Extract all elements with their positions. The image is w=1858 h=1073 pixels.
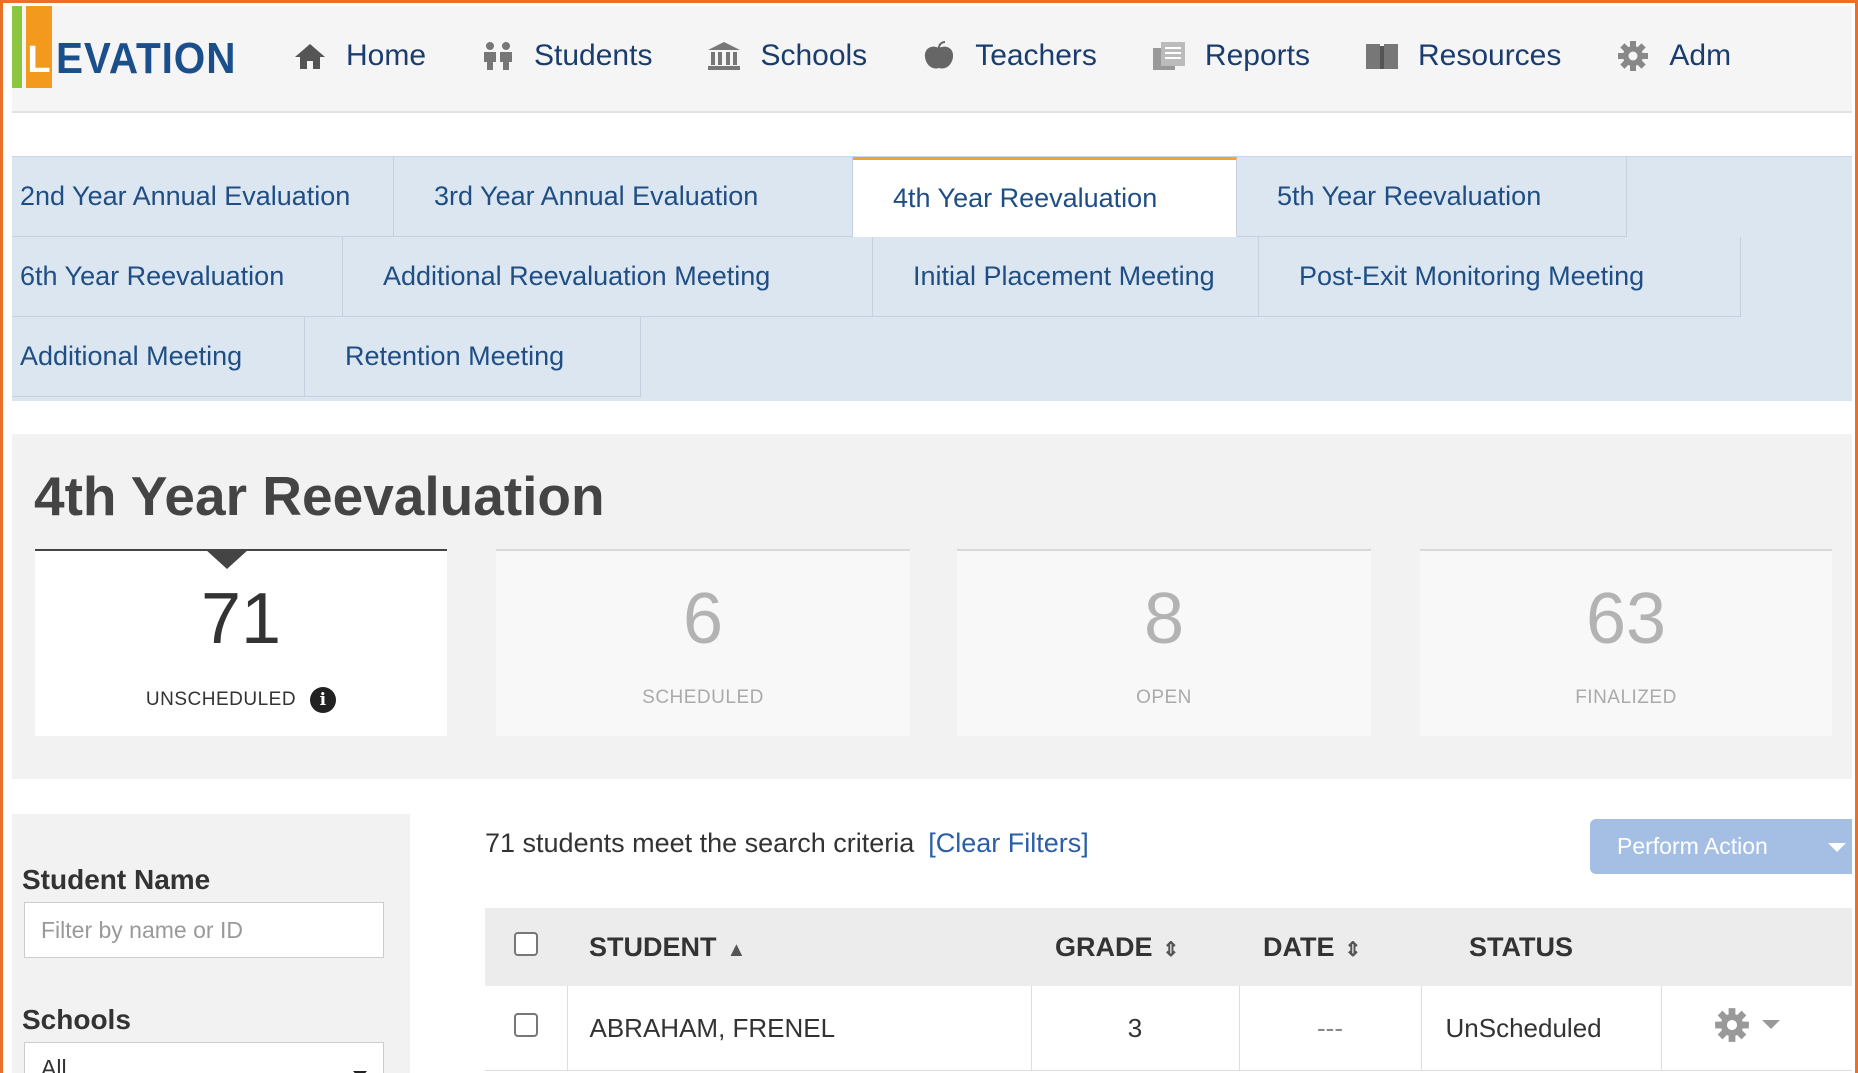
tab-3rd-year-annual-evaluation[interactable]: 3rd Year Annual Evaluation: [394, 157, 853, 237]
apple-icon: [919, 41, 959, 71]
select-all-cell: [485, 908, 567, 986]
stat-finalized-value: 63: [1585, 579, 1667, 659]
date-column-header[interactable]: DATE ⇕: [1239, 908, 1421, 986]
book-icon: [1362, 41, 1402, 71]
gear-icon: [1714, 1007, 1750, 1043]
tab-row-2: 6th Year Reevaluation Additional Reevalu…: [12, 237, 1741, 317]
chevron-down-icon: [1828, 843, 1846, 852]
actions-column-header: [1661, 908, 1852, 986]
home-icon: [290, 41, 330, 71]
reports-icon: [1149, 41, 1189, 71]
nav-students[interactable]: Students: [478, 39, 652, 73]
tab-4th-year-reevaluation[interactable]: 4th Year Reevaluation: [853, 157, 1237, 237]
student-name-filter-input[interactable]: Filter by name or ID: [24, 902, 384, 958]
tab-2nd-year-annual-evaluation[interactable]: 2nd Year Annual Evaluation: [12, 157, 394, 237]
tab-additional-reevaluation-meeting[interactable]: Additional Reevaluation Meeting: [343, 237, 873, 317]
page-header: 4th Year Reevaluation 71 UNSCHEDULED i 6…: [12, 434, 1852, 779]
page-title: 4th Year Reevaluation: [34, 465, 605, 527]
tab-6th-year-reevaluation[interactable]: 6th Year Reevaluation: [12, 237, 343, 317]
table-row: ABRAHAM, FRENEL 3 --- UnScheduled: [485, 986, 1852, 1071]
nav-home[interactable]: Home: [290, 39, 426, 73]
filter-panel: Student Name Filter by name or ID School…: [12, 814, 410, 1073]
evaluation-tabs: 2nd Year Annual Evaluation 3rd Year Annu…: [12, 156, 1852, 401]
nav-schools-label: Schools: [760, 39, 868, 72]
row-select-cell: [485, 986, 568, 1071]
status-column-header: STATUS: [1421, 908, 1661, 986]
select-all-checkbox[interactable]: [514, 931, 538, 956]
info-icon[interactable]: i: [310, 687, 337, 713]
sort-icon: ⇕: [1344, 938, 1362, 961]
stat-finalized[interactable]: 63 FINALIZED: [1420, 549, 1832, 736]
table-header-row: STUDENT ▲ GRADE ⇕ DATE ⇕ STATUS: [485, 908, 1852, 986]
stat-unscheduled-value: 71: [200, 579, 282, 659]
gear-icon: [1613, 41, 1653, 71]
school-icon: [704, 41, 744, 71]
nav-students-label: Students: [534, 39, 653, 72]
nav-schools[interactable]: Schools: [704, 39, 867, 73]
nav-teachers[interactable]: Teachers: [919, 39, 1097, 73]
schools-label: Schools: [22, 1004, 131, 1035]
active-stat-caret: [205, 549, 249, 569]
clear-filters-link[interactable]: [Clear Filters]: [928, 828, 1089, 858]
main-nav: Home Students Schools Teachers Reports R…: [290, 6, 1783, 106]
grade-column-header[interactable]: GRADE ⇕: [1031, 908, 1239, 986]
student-name-cell[interactable]: ABRAHAM, FRENEL: [567, 986, 1032, 1071]
stat-open[interactable]: 8 OPEN: [957, 549, 1371, 736]
nav-home-label: Home: [346, 39, 427, 72]
student-name-label: Student Name: [22, 864, 211, 895]
stat-finalized-label: FINALIZED: [1575, 687, 1677, 708]
tab-row-1: 2nd Year Annual Evaluation 3rd Year Annu…: [12, 157, 1627, 237]
stat-unscheduled-label: UNSCHEDULED: [145, 689, 297, 710]
top-navigation: L EVATION Home Students Schools Teachers…: [12, 6, 1852, 113]
tab-5th-year-reevaluation[interactable]: 5th Year Reevaluation: [1237, 157, 1627, 237]
schools-select-value: All: [41, 1055, 67, 1073]
grade-cell: 3: [1031, 986, 1240, 1071]
app-window: L EVATION Home Students Schools Teachers…: [12, 6, 1852, 1073]
chevron-down-icon: [1761, 1020, 1780, 1029]
nav-admin-label: Adm: [1669, 39, 1732, 72]
nav-reports[interactable]: Reports: [1149, 39, 1310, 73]
result-count-text: 71 students meet the search criteria: [485, 828, 915, 858]
schools-select[interactable]: All: [24, 1042, 384, 1073]
students-table: STUDENT ▲ GRADE ⇕ DATE ⇕ STATUS ABRAHAM, FR…: [485, 908, 1852, 1071]
logo-mark: L: [26, 6, 52, 88]
sort-ascending-icon: ▲: [726, 938, 747, 961]
row-actions-menu[interactable]: [1714, 1007, 1780, 1043]
logo-text: EVATION: [56, 33, 237, 83]
students-icon: [478, 41, 518, 71]
row-checkbox[interactable]: [513, 1012, 538, 1037]
stat-scheduled-label: SCHEDULED: [642, 687, 764, 708]
stat-open-label: OPEN: [1136, 687, 1192, 708]
nav-resources[interactable]: Resources: [1362, 39, 1561, 73]
elevation-logo[interactable]: L EVATION: [12, 6, 252, 111]
tab-post-exit-monitoring-meeting[interactable]: Post-Exit Monitoring Meeting: [1259, 237, 1741, 317]
status-cell: UnScheduled: [1421, 986, 1662, 1071]
sort-icon: ⇕: [1162, 938, 1180, 961]
stat-scheduled[interactable]: 6 SCHEDULED: [496, 549, 910, 736]
result-summary: 71 students meet the search criteria [Cle…: [485, 828, 1089, 859]
date-cell: ---: [1239, 986, 1422, 1071]
stat-unscheduled[interactable]: 71 UNSCHEDULED i: [35, 549, 447, 736]
nav-resources-label: Resources: [1417, 39, 1562, 72]
nav-reports-label: Reports: [1204, 39, 1310, 72]
row-actions-cell: [1661, 986, 1852, 1071]
tab-retention-meeting[interactable]: Retention Meeting: [305, 317, 641, 397]
logo-green-bar: [12, 6, 22, 88]
tab-initial-placement-meeting[interactable]: Initial Placement Meeting: [873, 237, 1259, 317]
stat-open-value: 8: [1143, 579, 1185, 659]
stat-scheduled-value: 6: [682, 579, 724, 659]
nav-teachers-label: Teachers: [975, 39, 1097, 72]
perform-action-label: Perform Action: [1617, 833, 1768, 859]
tab-additional-meeting[interactable]: Additional Meeting: [12, 317, 305, 397]
student-column-header[interactable]: STUDENT ▲: [567, 908, 1031, 986]
tab-row-3: Additional Meeting Retention Meeting: [12, 317, 641, 397]
perform-action-button[interactable]: Perform Action: [1590, 819, 1852, 874]
nav-admin[interactable]: Adm: [1613, 39, 1731, 73]
